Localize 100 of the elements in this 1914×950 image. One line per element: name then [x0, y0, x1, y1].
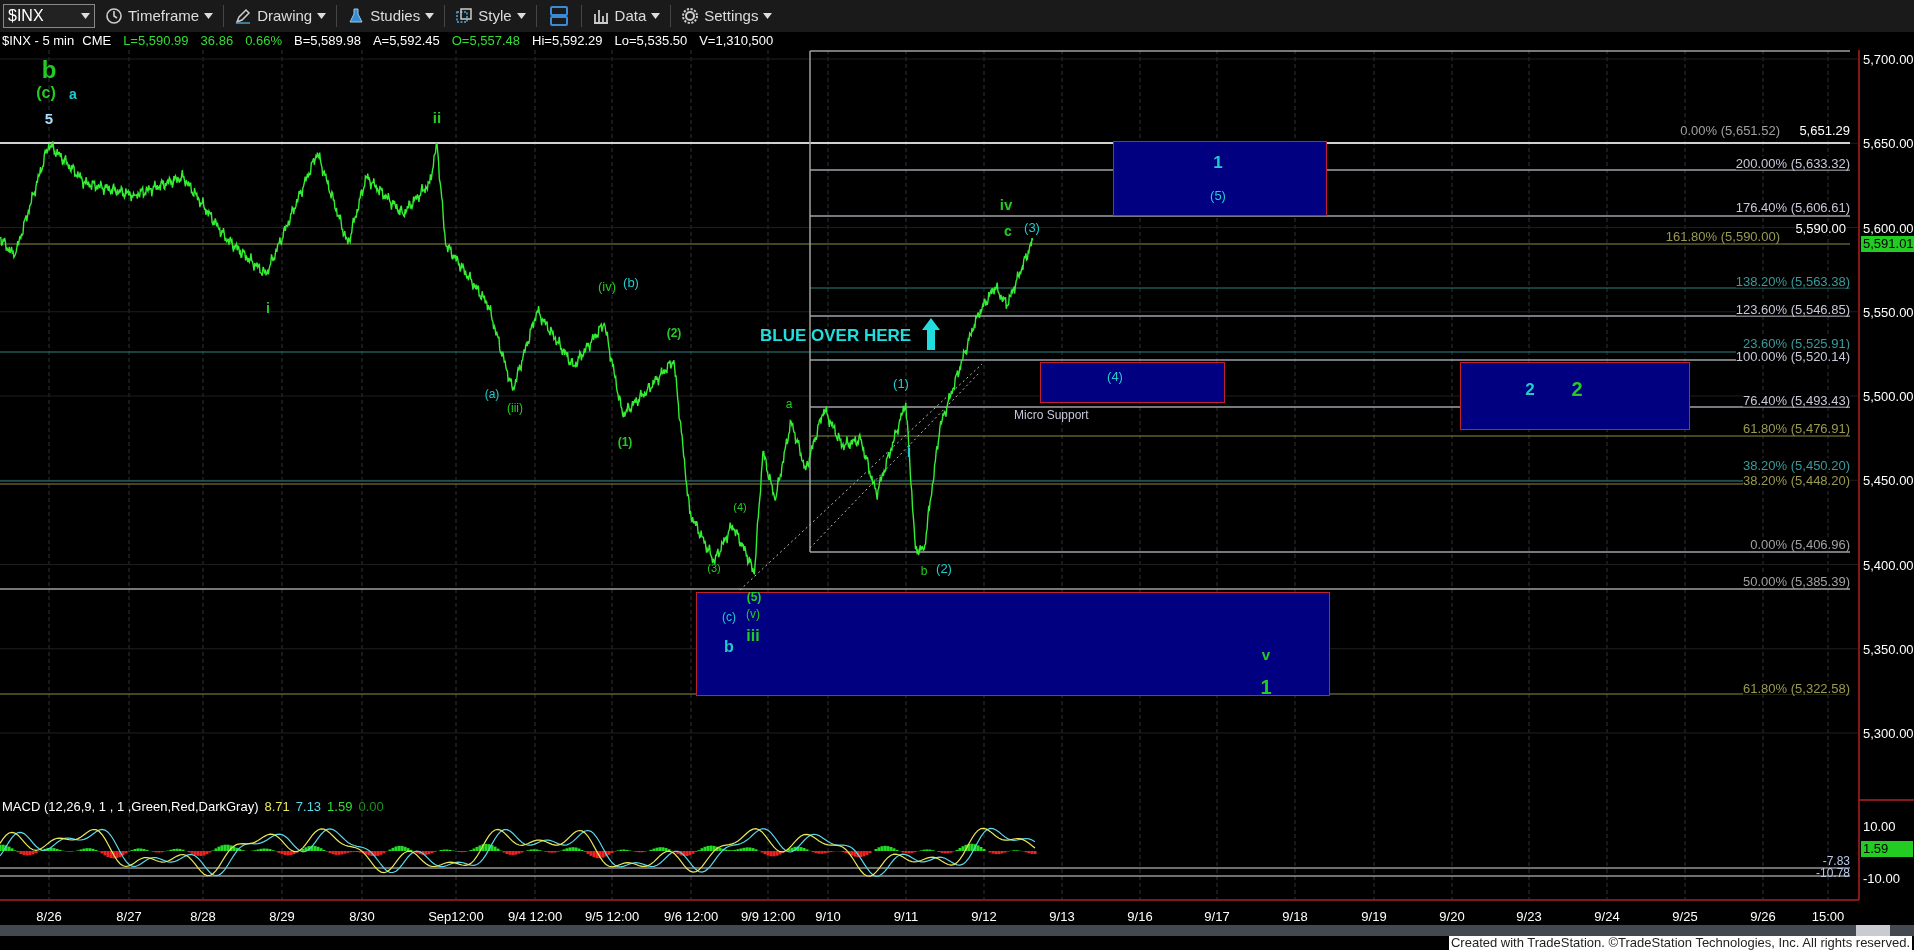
wave-label: (1)	[893, 376, 909, 390]
time-axis-label: 15:00	[1811, 910, 1845, 923]
quote-text: CME	[82, 32, 112, 51]
time-axis-label: 9/13	[1049, 910, 1075, 923]
caret-icon	[763, 13, 773, 19]
last-price-badge: 5,591.01	[1861, 236, 1914, 252]
menu-button[interactable]: Style	[453, 4, 528, 28]
caret-icon	[317, 13, 327, 19]
wave-label: (4)	[733, 501, 747, 513]
wave-label: iv	[999, 196, 1013, 212]
fib-level-label: 5,590.00	[1795, 221, 1846, 235]
quote-text: Hi=5,592.29	[532, 32, 603, 51]
flask-icon	[347, 7, 366, 25]
fib-level-label: 61.80% (5,476.91)	[1743, 421, 1850, 435]
menu-button[interactable]: Data	[589, 4, 663, 28]
time-axis-label: 8/26	[36, 910, 62, 923]
indicator-value-badge: 1.59	[1861, 841, 1913, 857]
wave-label: b	[920, 565, 928, 577]
wave-label: 5	[44, 110, 54, 126]
caret-icon	[651, 13, 661, 19]
clock-icon	[105, 7, 123, 25]
fib-level-label: 23.60% (5,525.91)	[1743, 336, 1850, 350]
wave-label: (iii)	[507, 402, 523, 414]
indicator-value: 8.71	[264, 800, 290, 813]
time-axis-label: 9/9 12:00	[740, 910, 796, 923]
up-arrow-icon	[922, 318, 940, 350]
settings-icon	[681, 7, 700, 25]
caret-icon	[81, 13, 90, 19]
quote-text: O=5,557.48	[451, 32, 521, 51]
symbol-dropdown[interactable]: $INX	[3, 4, 95, 28]
wave-label: i	[266, 301, 270, 315]
time-axis-label: Sep12:00	[428, 910, 484, 923]
fib-level-label: 38.20% (5,450.20)	[1743, 458, 1850, 472]
indicator-value: 1.59	[327, 800, 353, 813]
callout-text: BLUE OVER HERE	[760, 327, 912, 344]
time-axis-label: 9/20	[1439, 910, 1465, 923]
price-axis-label: 5,400.00	[1863, 558, 1914, 571]
time-axis-label: 9/6 12:00	[663, 910, 719, 923]
indicator-axis-label: -10.00	[1863, 871, 1900, 885]
fib-level-label: 200.00% (5,633.32)	[1735, 156, 1850, 170]
time-axis-label: 9/16	[1127, 910, 1153, 923]
pen-icon	[234, 7, 253, 25]
price-axis-label: 5,700.00	[1863, 52, 1914, 66]
quote-text: Lo=5,535.50	[614, 32, 688, 51]
time-axis-label: 9/23	[1516, 910, 1542, 923]
time-axis-label: 9/26	[1750, 910, 1776, 923]
time-axis-label: 9/4 12:00	[507, 910, 563, 923]
price-axis-label: 5,450.00	[1863, 473, 1914, 487]
zone-label: 1	[1213, 153, 1223, 171]
wave-label: b	[724, 639, 734, 655]
wave-label: (c)	[36, 85, 56, 101]
menu-button[interactable]: Studies	[345, 4, 437, 28]
indicator-title: MACD (12,26,9, 1 , 1 ,Green,Red,DarkGray)	[2, 800, 259, 813]
wave-label: a	[785, 398, 793, 410]
wave-label: (iv)	[598, 279, 616, 293]
wave-label: (3)	[1024, 220, 1040, 234]
menu-button[interactable]: Settings	[679, 4, 775, 28]
menu-button[interactable]: Drawing	[232, 4, 329, 28]
time-axis-label: 8/29	[269, 910, 295, 923]
wave-label: (1)	[617, 436, 633, 448]
menu-button[interactable]: Timeframe	[103, 4, 216, 28]
wave-label: iii	[746, 628, 760, 644]
quote-text: B=5,589.98	[294, 32, 361, 51]
wave-label: (2)	[936, 561, 952, 575]
time-axis-label: 9/24	[1594, 910, 1620, 923]
squares-icon	[455, 7, 474, 25]
wave-label: (2)	[666, 327, 682, 339]
indicator-axis-label: 10.00	[1863, 819, 1896, 833]
quote-text: V=1,310,500	[699, 32, 774, 51]
quote-text: 0.66%	[245, 32, 282, 51]
wave-label: 1	[1260, 677, 1272, 697]
caret-icon	[425, 13, 435, 19]
zone-label: (5)	[1210, 188, 1226, 202]
fib-level-label: 0.00% (5,651.52)	[1680, 123, 1780, 137]
time-axis-label: 8/27	[116, 910, 142, 923]
level-label: -7.83	[1822, 855, 1850, 867]
fib-level-label: 38.20% (5,448.20)	[1743, 473, 1850, 487]
time-axis-label: 9/18	[1282, 910, 1308, 923]
fib-level-label: 161.80% (5,590.00)	[1665, 229, 1780, 243]
wave-label: (3)	[707, 562, 721, 574]
wave-label: ii	[432, 109, 442, 125]
zone-label: (4)	[1107, 369, 1123, 383]
fib-level-label: 123.60% (5,546.85)	[1735, 302, 1850, 316]
time-axis-label: 9/10	[815, 910, 841, 923]
scrollbar[interactable]	[0, 925, 1914, 936]
time-axis-label: 9/12	[971, 910, 997, 923]
time-axis-label: 8/28	[190, 910, 216, 923]
time-axis-label: 9/19	[1361, 910, 1387, 923]
wave-label: (b)	[623, 275, 639, 289]
fib-level-label: 50.00% (5,385.39)	[1743, 574, 1850, 588]
fib-level-label: 176.40% (5,606.61)	[1735, 200, 1850, 214]
time-axis-label: 9/25	[1672, 910, 1698, 923]
time-axis-label: 9/17	[1204, 910, 1230, 923]
wave-label: (5)	[746, 591, 762, 603]
price-axis-label: 5,500.00	[1863, 389, 1914, 403]
wave-label: (c)	[722, 611, 736, 623]
quote-text: $INX - 5 min	[2, 32, 75, 51]
level-label: -10.78	[1815, 867, 1850, 879]
fib-level-label: 61.80% (5,322.58)	[1743, 681, 1850, 695]
scrollbar-thumb[interactable]	[1856, 925, 1890, 936]
